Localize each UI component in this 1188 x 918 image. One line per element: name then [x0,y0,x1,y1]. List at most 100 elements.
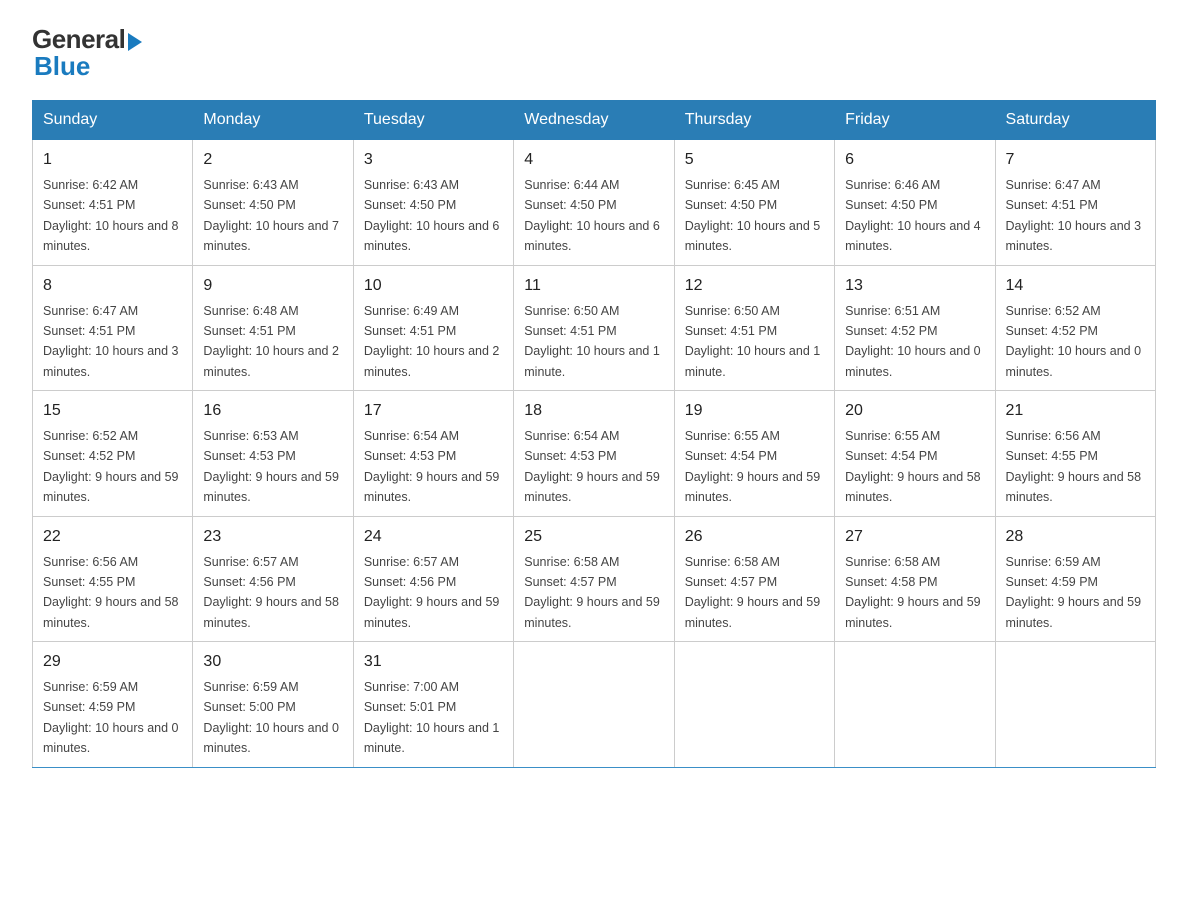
day-number: 8 [43,274,182,298]
day-info: Sunrise: 6:43 AMSunset: 4:50 PMDaylight:… [364,178,500,253]
day-number: 6 [845,148,984,172]
day-number: 24 [364,525,503,549]
day-number: 29 [43,650,182,674]
day-info: Sunrise: 6:56 AMSunset: 4:55 PMDaylight:… [43,555,179,630]
day-info: Sunrise: 6:50 AMSunset: 4:51 PMDaylight:… [685,304,821,379]
calendar-day-cell: 10 Sunrise: 6:49 AMSunset: 4:51 PMDaylig… [353,265,513,391]
day-number: 12 [685,274,824,298]
calendar-table: SundayMondayTuesdayWednesdayThursdayFrid… [32,100,1156,768]
day-info: Sunrise: 6:56 AMSunset: 4:55 PMDaylight:… [1006,429,1142,504]
logo-triangle-icon [128,33,142,51]
day-number: 13 [845,274,984,298]
calendar-day-cell: 6 Sunrise: 6:46 AMSunset: 4:50 PMDayligh… [835,140,995,266]
calendar-day-cell [995,642,1155,768]
day-number: 16 [203,399,342,423]
day-number: 22 [43,525,182,549]
day-info: Sunrise: 6:49 AMSunset: 4:51 PMDaylight:… [364,304,500,379]
day-header-row: SundayMondayTuesdayWednesdayThursdayFrid… [33,101,1156,140]
day-info: Sunrise: 6:52 AMSunset: 4:52 PMDaylight:… [43,429,179,504]
day-info: Sunrise: 6:54 AMSunset: 4:53 PMDaylight:… [364,429,500,504]
day-info: Sunrise: 6:58 AMSunset: 4:58 PMDaylight:… [845,555,981,630]
day-info: Sunrise: 6:53 AMSunset: 4:53 PMDaylight:… [203,429,339,504]
day-of-week-header: Wednesday [514,101,674,140]
calendar-day-cell: 18 Sunrise: 6:54 AMSunset: 4:53 PMDaylig… [514,391,674,517]
calendar-day-cell [514,642,674,768]
day-number: 25 [524,525,663,549]
logo: General Blue [32,24,142,82]
day-info: Sunrise: 7:00 AMSunset: 5:01 PMDaylight:… [364,680,500,755]
day-info: Sunrise: 6:43 AMSunset: 4:50 PMDaylight:… [203,178,339,253]
day-number: 11 [524,274,663,298]
day-number: 15 [43,399,182,423]
day-info: Sunrise: 6:55 AMSunset: 4:54 PMDaylight:… [685,429,821,504]
day-info: Sunrise: 6:46 AMSunset: 4:50 PMDaylight:… [845,178,981,253]
day-info: Sunrise: 6:47 AMSunset: 4:51 PMDaylight:… [43,304,179,379]
day-number: 1 [43,148,182,172]
day-info: Sunrise: 6:59 AMSunset: 4:59 PMDaylight:… [1006,555,1142,630]
calendar-day-cell: 30 Sunrise: 6:59 AMSunset: 5:00 PMDaylig… [193,642,353,768]
page-header: General Blue [32,24,1156,82]
calendar-day-cell: 15 Sunrise: 6:52 AMSunset: 4:52 PMDaylig… [33,391,193,517]
day-info: Sunrise: 6:54 AMSunset: 4:53 PMDaylight:… [524,429,660,504]
day-of-week-header: Saturday [995,101,1155,140]
day-info: Sunrise: 6:45 AMSunset: 4:50 PMDaylight:… [685,178,821,253]
day-of-week-header: Sunday [33,101,193,140]
calendar-day-cell: 11 Sunrise: 6:50 AMSunset: 4:51 PMDaylig… [514,265,674,391]
calendar-day-cell: 9 Sunrise: 6:48 AMSunset: 4:51 PMDayligh… [193,265,353,391]
calendar-day-cell: 3 Sunrise: 6:43 AMSunset: 4:50 PMDayligh… [353,140,513,266]
day-info: Sunrise: 6:58 AMSunset: 4:57 PMDaylight:… [524,555,660,630]
day-info: Sunrise: 6:48 AMSunset: 4:51 PMDaylight:… [203,304,339,379]
logo-blue-text: Blue [34,51,90,82]
day-of-week-header: Tuesday [353,101,513,140]
calendar-day-cell: 21 Sunrise: 6:56 AMSunset: 4:55 PMDaylig… [995,391,1155,517]
day-number: 7 [1006,148,1145,172]
day-number: 30 [203,650,342,674]
calendar-day-cell: 12 Sunrise: 6:50 AMSunset: 4:51 PMDaylig… [674,265,834,391]
day-number: 21 [1006,399,1145,423]
calendar-day-cell: 8 Sunrise: 6:47 AMSunset: 4:51 PMDayligh… [33,265,193,391]
day-info: Sunrise: 6:59 AMSunset: 5:00 PMDaylight:… [203,680,339,755]
calendar-day-cell: 26 Sunrise: 6:58 AMSunset: 4:57 PMDaylig… [674,516,834,642]
day-info: Sunrise: 6:51 AMSunset: 4:52 PMDaylight:… [845,304,981,379]
day-info: Sunrise: 6:50 AMSunset: 4:51 PMDaylight:… [524,304,660,379]
day-number: 23 [203,525,342,549]
day-number: 10 [364,274,503,298]
calendar-day-cell: 16 Sunrise: 6:53 AMSunset: 4:53 PMDaylig… [193,391,353,517]
day-number: 3 [364,148,503,172]
calendar-day-cell: 13 Sunrise: 6:51 AMSunset: 4:52 PMDaylig… [835,265,995,391]
calendar-day-cell: 27 Sunrise: 6:58 AMSunset: 4:58 PMDaylig… [835,516,995,642]
calendar-week-row: 8 Sunrise: 6:47 AMSunset: 4:51 PMDayligh… [33,265,1156,391]
calendar-day-cell: 1 Sunrise: 6:42 AMSunset: 4:51 PMDayligh… [33,140,193,266]
calendar-day-cell: 31 Sunrise: 7:00 AMSunset: 5:01 PMDaylig… [353,642,513,768]
calendar-day-cell: 29 Sunrise: 6:59 AMSunset: 4:59 PMDaylig… [33,642,193,768]
day-of-week-header: Monday [193,101,353,140]
day-info: Sunrise: 6:47 AMSunset: 4:51 PMDaylight:… [1006,178,1142,253]
day-info: Sunrise: 6:44 AMSunset: 4:50 PMDaylight:… [524,178,660,253]
day-of-week-header: Friday [835,101,995,140]
day-info: Sunrise: 6:42 AMSunset: 4:51 PMDaylight:… [43,178,179,253]
calendar-day-cell: 25 Sunrise: 6:58 AMSunset: 4:57 PMDaylig… [514,516,674,642]
day-number: 20 [845,399,984,423]
day-of-week-header: Thursday [674,101,834,140]
calendar-day-cell: 20 Sunrise: 6:55 AMSunset: 4:54 PMDaylig… [835,391,995,517]
calendar-day-cell: 7 Sunrise: 6:47 AMSunset: 4:51 PMDayligh… [995,140,1155,266]
day-info: Sunrise: 6:57 AMSunset: 4:56 PMDaylight:… [203,555,339,630]
day-number: 4 [524,148,663,172]
day-info: Sunrise: 6:59 AMSunset: 4:59 PMDaylight:… [43,680,179,755]
calendar-day-cell: 24 Sunrise: 6:57 AMSunset: 4:56 PMDaylig… [353,516,513,642]
calendar-week-row: 1 Sunrise: 6:42 AMSunset: 4:51 PMDayligh… [33,140,1156,266]
calendar-day-cell [674,642,834,768]
day-number: 18 [524,399,663,423]
day-info: Sunrise: 6:55 AMSunset: 4:54 PMDaylight:… [845,429,981,504]
calendar-day-cell: 17 Sunrise: 6:54 AMSunset: 4:53 PMDaylig… [353,391,513,517]
day-info: Sunrise: 6:52 AMSunset: 4:52 PMDaylight:… [1006,304,1142,379]
calendar-day-cell: 22 Sunrise: 6:56 AMSunset: 4:55 PMDaylig… [33,516,193,642]
calendar-day-cell: 2 Sunrise: 6:43 AMSunset: 4:50 PMDayligh… [193,140,353,266]
day-number: 14 [1006,274,1145,298]
calendar-week-row: 22 Sunrise: 6:56 AMSunset: 4:55 PMDaylig… [33,516,1156,642]
calendar-day-cell: 28 Sunrise: 6:59 AMSunset: 4:59 PMDaylig… [995,516,1155,642]
day-number: 26 [685,525,824,549]
calendar-day-cell: 19 Sunrise: 6:55 AMSunset: 4:54 PMDaylig… [674,391,834,517]
day-number: 2 [203,148,342,172]
calendar-day-cell: 5 Sunrise: 6:45 AMSunset: 4:50 PMDayligh… [674,140,834,266]
